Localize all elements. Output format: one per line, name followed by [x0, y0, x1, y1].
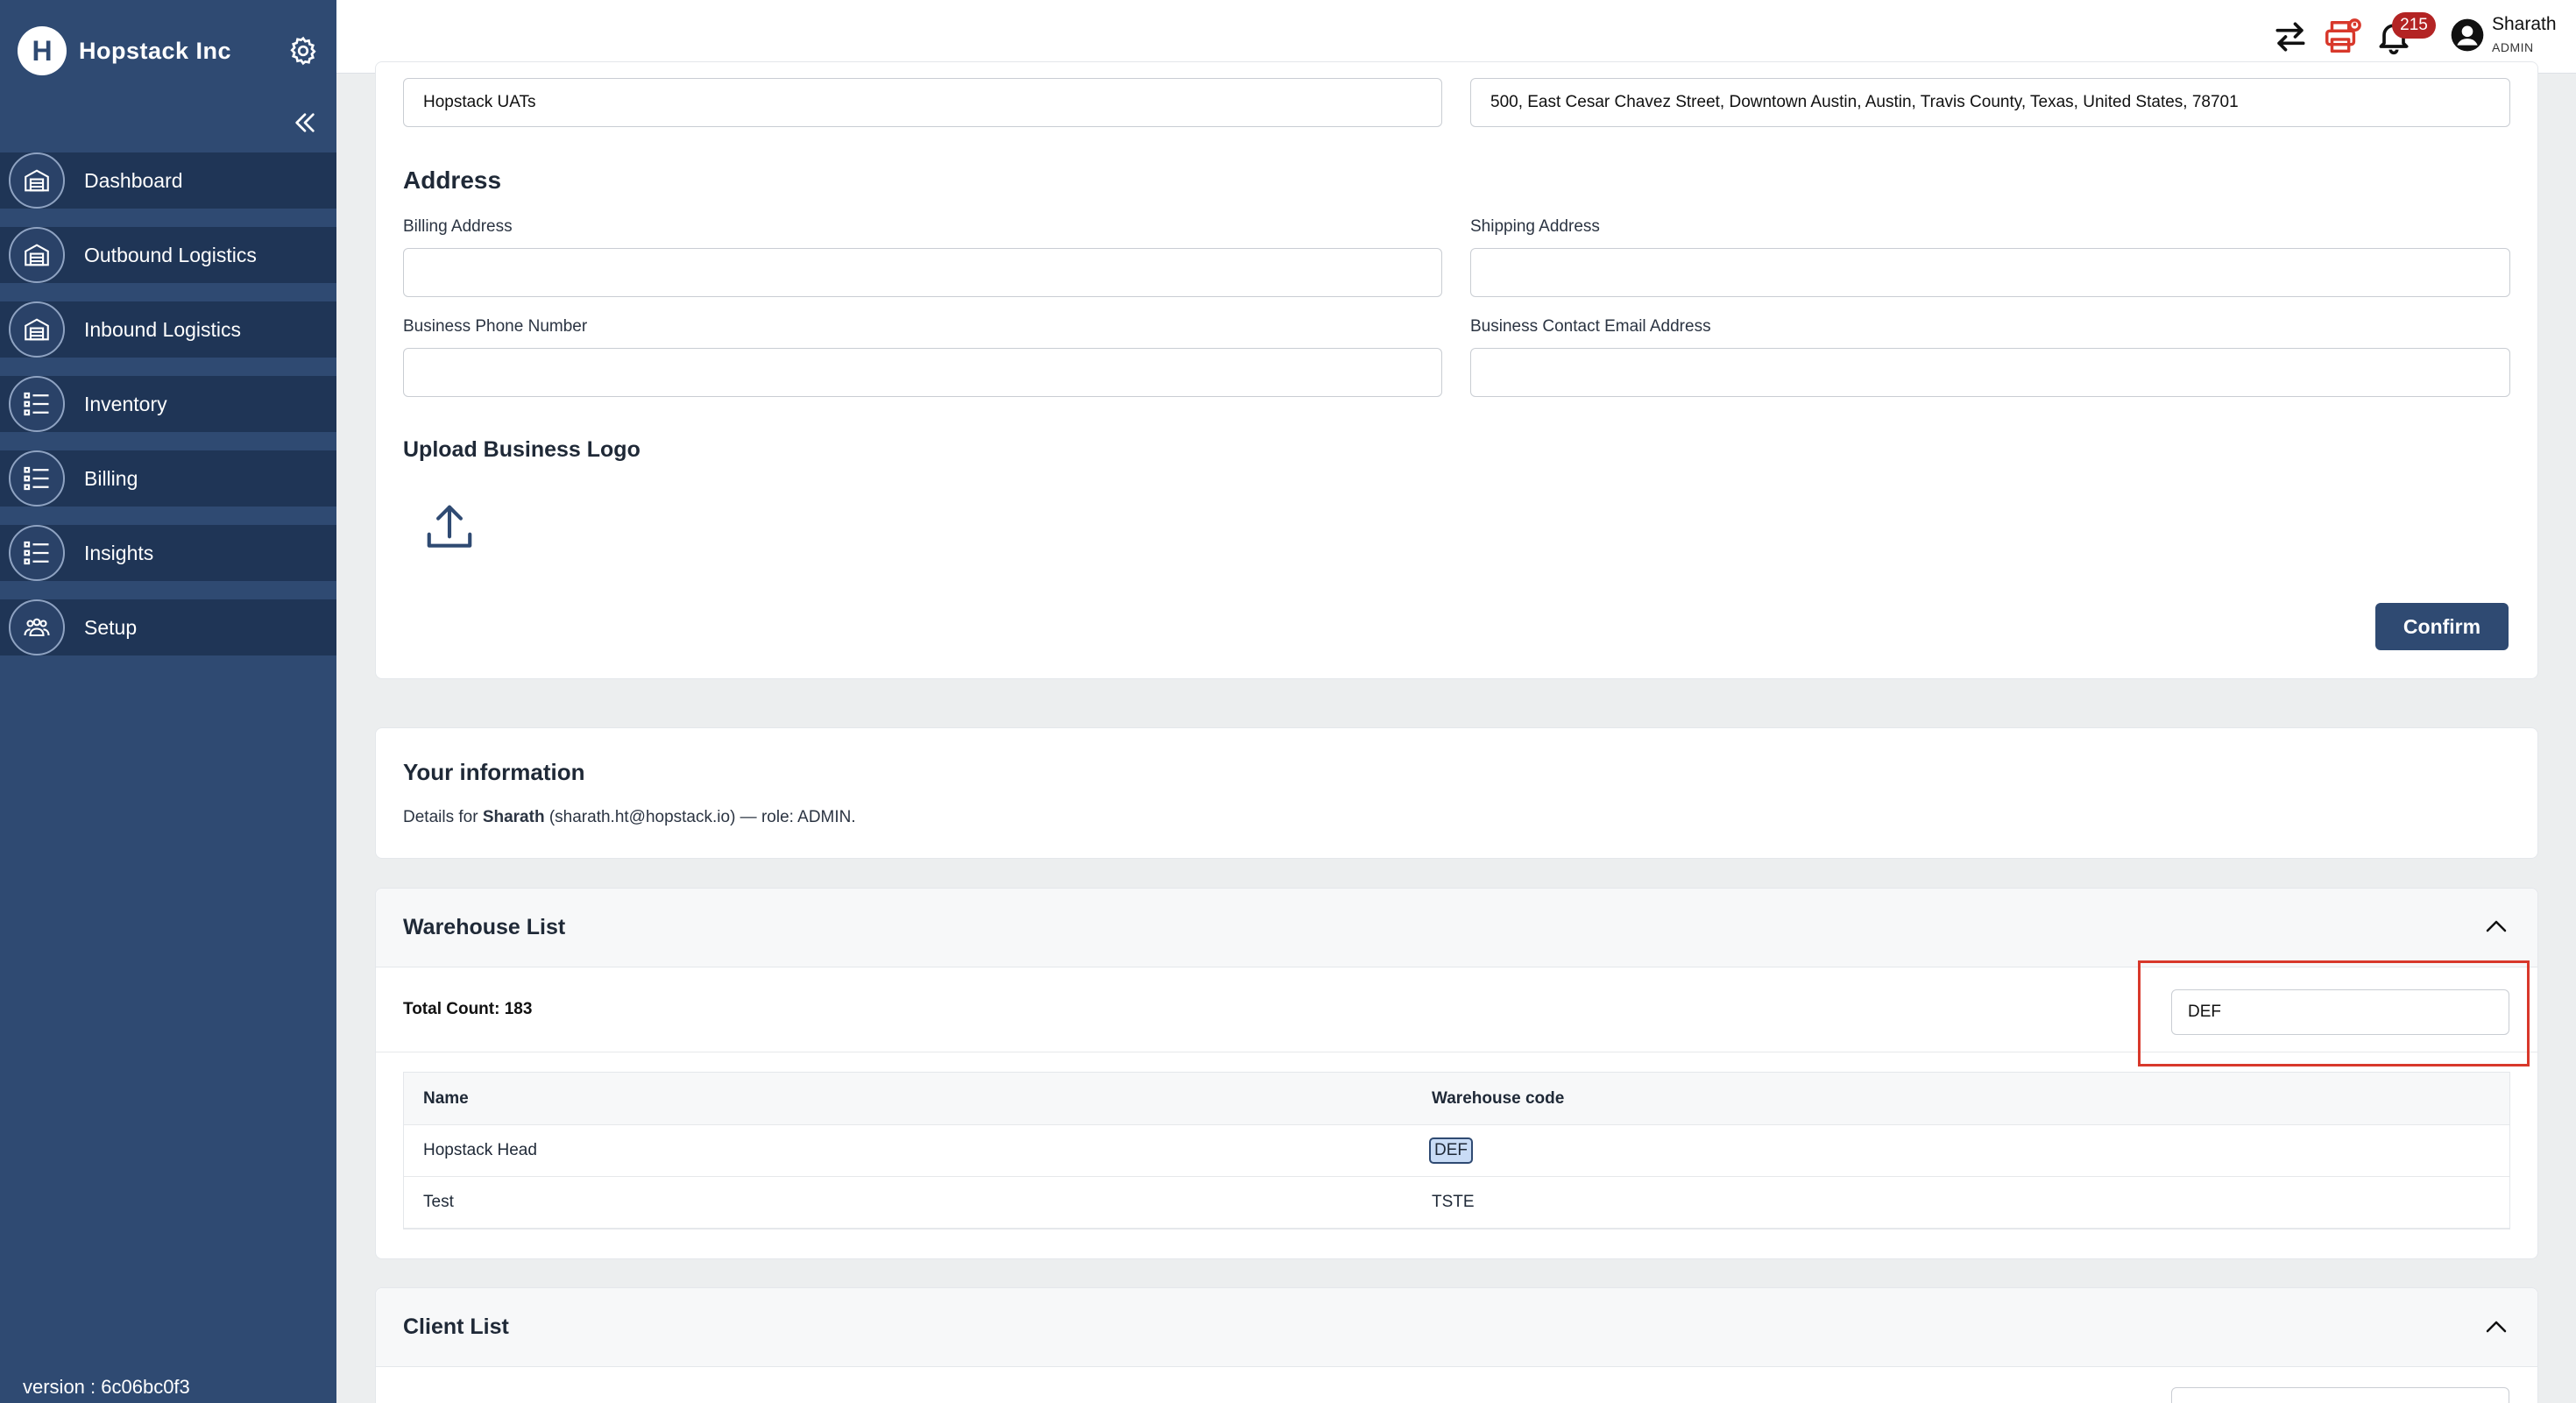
- warehouse-icon: [9, 227, 65, 283]
- warehouse-code-cell: DEF: [1429, 1125, 1473, 1176]
- team-icon: [9, 599, 65, 655]
- sidebar-item-outbound-logistics[interactable]: Outbound Logistics: [0, 227, 336, 283]
- sidebar-item-label: Billing: [84, 466, 138, 490]
- user-role: ADMIN: [2492, 40, 2534, 54]
- printer-icon[interactable]: [2322, 18, 2361, 56]
- warehouse-list-title: Warehouse List: [403, 915, 566, 939]
- gear-icon[interactable]: [287, 35, 319, 67]
- details-user-name: Sharath: [482, 808, 545, 826]
- sidebar-item-setup[interactable]: Setup: [0, 599, 336, 655]
- business-phone-label: Business Phone Number: [403, 317, 588, 336]
- billing-address-label: Billing Address: [403, 217, 513, 236]
- table-row[interactable]: Test TSTE: [404, 1177, 2509, 1229]
- details-suffix: (sharath.ht@hopstack.io) — role: ADMIN.: [544, 808, 856, 826]
- your-information-details: Details for Sharath (sharath.ht@hopstack…: [403, 808, 856, 827]
- search-match-highlight: DEF: [1429, 1137, 1473, 1164]
- brand[interactable]: H Hopstack Inc: [18, 25, 231, 77]
- business-name-input[interactable]: Hopstack UATs: [403, 78, 1442, 127]
- switch-arrows-icon[interactable]: [2271, 18, 2310, 56]
- client-list-header[interactable]: [376, 1288, 2537, 1367]
- checklist-icon: [9, 376, 65, 432]
- sidebar-item-label: Inbound Logistics: [84, 317, 242, 341]
- address-title: Address: [403, 167, 502, 194]
- upload-icon[interactable]: [422, 500, 477, 555]
- sidebar-item-label: Insights: [84, 541, 154, 564]
- warehouse-table: Name Warehouse code Hopstack Head DEF Te…: [403, 1072, 2510, 1229]
- sidebar-item-label: Inventory: [84, 392, 167, 415]
- shipping-address-input[interactable]: [1470, 248, 2510, 297]
- table-header-row: Name Warehouse code: [404, 1073, 2509, 1125]
- business-address-input[interactable]: 500, East Cesar Chavez Street, Downtown …: [1470, 78, 2510, 127]
- warehouse-code-cell: TSTE: [1432, 1193, 1475, 1211]
- details-prefix: Details for: [403, 808, 483, 826]
- warehouse-list-header[interactable]: [376, 889, 2537, 967]
- sidebar-nav: Dashboard Outbound Logistics Inbound Log…: [0, 152, 336, 674]
- your-information-title: Your information: [403, 759, 585, 785]
- highlight-box: [2138, 960, 2530, 1066]
- your-information-card: [375, 727, 2538, 859]
- user-name[interactable]: Sharath: [2492, 14, 2557, 35]
- brand-logo: H: [18, 26, 67, 75]
- confirm-button[interactable]: Confirm: [2375, 603, 2509, 650]
- billing-address-input[interactable]: [403, 248, 1442, 297]
- upload-logo-title: Upload Business Logo: [403, 437, 640, 462]
- chevron-up-icon[interactable]: [2483, 1314, 2509, 1340]
- warehouse-icon: [9, 301, 65, 358]
- shipping-address-label: Shipping Address: [1470, 217, 1600, 236]
- sidebar-item-label: Outbound Logistics: [84, 243, 257, 266]
- sidebar-item-label: Setup: [84, 615, 138, 639]
- warehouse-icon: [9, 152, 65, 209]
- sidebar-item-dashboard[interactable]: Dashboard: [0, 152, 336, 209]
- sidebar-item-inbound-logistics[interactable]: Inbound Logistics: [0, 301, 336, 358]
- sidebar-item-label: Dashboard: [84, 168, 183, 192]
- sidebar-item-inventory[interactable]: Inventory: [0, 376, 336, 432]
- column-header-warehouse-code: Warehouse code: [1432, 1088, 1565, 1108]
- warehouse-name-cell: Hopstack Head: [423, 1141, 537, 1159]
- checklist-icon: [9, 525, 65, 581]
- business-email-label: Business Contact Email Address: [1470, 317, 1711, 336]
- client-list-title: Client List: [403, 1314, 509, 1339]
- table-row[interactable]: Hopstack Head DEF: [404, 1125, 2509, 1177]
- warehouse-name-cell: Test: [423, 1193, 454, 1211]
- warehouse-total-count: Total Count: 183: [403, 1000, 533, 1018]
- checklist-icon: [9, 450, 65, 507]
- brand-name: Hopstack Inc: [79, 37, 232, 64]
- collapse-sidebar-icon[interactable]: [291, 109, 319, 137]
- notification-badge: 215: [2392, 12, 2436, 39]
- client-search-input[interactable]: [2171, 1387, 2509, 1403]
- user-avatar-icon[interactable]: [2450, 18, 2488, 56]
- business-email-input[interactable]: [1470, 348, 2510, 397]
- sidebar: H Hopstack Inc Dashboard Outbound Logist…: [0, 0, 336, 1403]
- column-header-name: Name: [423, 1088, 469, 1108]
- chevron-up-icon[interactable]: [2483, 913, 2509, 939]
- business-phone-input[interactable]: [403, 348, 1442, 397]
- sidebar-item-billing[interactable]: Billing: [0, 450, 336, 507]
- version-label: version : 6c06bc0f3: [23, 1376, 190, 1398]
- sidebar-item-insights[interactable]: Insights: [0, 525, 336, 581]
